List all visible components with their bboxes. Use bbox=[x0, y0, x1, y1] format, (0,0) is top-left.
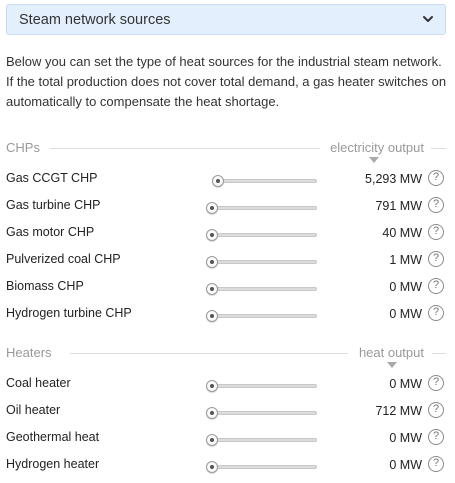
slider-label: Hydrogen heater bbox=[6, 457, 100, 471]
slider-label: Pulverized coal CHP bbox=[6, 252, 121, 266]
slider-value: 0 MW bbox=[389, 431, 422, 445]
chevron-down-icon[interactable] bbox=[421, 12, 435, 26]
section-description: Below you can set the type of heat sourc… bbox=[6, 54, 447, 109]
slider-row: Hydrogen heater 0 MW? bbox=[0, 456, 455, 483]
slider-label: Geothermal heat bbox=[6, 430, 100, 444]
slider-track[interactable] bbox=[212, 411, 317, 415]
slider-value: 712 MW bbox=[375, 404, 422, 418]
slider-value: 0 MW bbox=[389, 458, 422, 472]
slider-label: Coal heater bbox=[6, 376, 71, 390]
slider-value: 0 MW bbox=[389, 377, 422, 391]
slider-handle[interactable] bbox=[206, 407, 218, 419]
steam-network-sources-header[interactable]: Steam network sources bbox=[6, 4, 446, 35]
group-header-heaters: Heaters heat output bbox=[6, 345, 446, 368]
slider-track[interactable] bbox=[212, 260, 317, 264]
help-icon[interactable]: ? bbox=[428, 305, 444, 321]
column-label: electricity output bbox=[330, 140, 424, 155]
help-icon[interactable]: ? bbox=[428, 197, 444, 213]
slider-handle[interactable] bbox=[206, 283, 218, 295]
column-label: heat output bbox=[358, 345, 424, 360]
slider-track[interactable] bbox=[212, 287, 317, 291]
slider-row: Gas turbine CHP 791 MW? bbox=[0, 197, 455, 224]
slider-handle[interactable] bbox=[206, 461, 218, 473]
slider-handle[interactable] bbox=[206, 380, 218, 392]
help-icon[interactable]: ? bbox=[428, 429, 444, 445]
slider-label: Gas CCGT CHP bbox=[6, 171, 98, 185]
help-icon[interactable]: ? bbox=[428, 170, 444, 186]
group-header-chps: CHPs electricity output bbox=[6, 140, 446, 163]
slider-value: 1 MW bbox=[389, 253, 422, 267]
slider-track[interactable] bbox=[212, 206, 317, 210]
slider-handle[interactable] bbox=[206, 256, 218, 268]
slider-handle[interactable] bbox=[206, 229, 218, 241]
help-icon[interactable]: ? bbox=[428, 251, 444, 267]
help-icon[interactable]: ? bbox=[428, 224, 444, 240]
divider bbox=[431, 148, 446, 149]
help-icon[interactable]: ? bbox=[428, 402, 444, 418]
slider-track[interactable] bbox=[212, 438, 317, 442]
slider-handle[interactable] bbox=[206, 434, 218, 446]
slider-track[interactable] bbox=[212, 233, 317, 237]
slider-row: Pulverized coal CHP 1 MW? bbox=[0, 251, 455, 278]
slider-track[interactable] bbox=[212, 465, 317, 469]
slider-row: Oil heater 712 MW? bbox=[0, 402, 455, 429]
slider-handle[interactable] bbox=[211, 175, 224, 187]
slider-track[interactable] bbox=[212, 384, 317, 388]
slider-row: Coal heater 0 MW? bbox=[0, 375, 455, 402]
slider-row: Geothermal heat 0 MW? bbox=[0, 429, 455, 456]
divider bbox=[50, 148, 320, 149]
slider-label: Hydrogen turbine CHP bbox=[6, 306, 132, 320]
slider-value: 40 MW bbox=[382, 226, 422, 240]
help-icon[interactable]: ? bbox=[428, 278, 444, 294]
divider bbox=[432, 353, 446, 354]
help-icon[interactable]: ? bbox=[428, 456, 444, 472]
slider-value: 791 MW bbox=[375, 199, 422, 213]
slider-value: 0 MW bbox=[389, 280, 422, 294]
group-title: CHPs bbox=[6, 140, 40, 155]
help-icon[interactable]: ? bbox=[428, 375, 444, 391]
group-title: Heaters bbox=[6, 345, 52, 360]
slider-label: Gas motor CHP bbox=[6, 225, 95, 239]
slider-row: Gas motor CHP 40 MW? bbox=[0, 224, 455, 251]
sort-arrow-icon[interactable] bbox=[387, 362, 397, 368]
sort-arrow-icon[interactable] bbox=[369, 157, 379, 163]
slider-value: 5,293 MW bbox=[365, 172, 422, 186]
slider-label: Oil heater bbox=[6, 403, 61, 417]
slider-label: Biomass CHP bbox=[6, 279, 84, 293]
slider-track[interactable] bbox=[212, 314, 317, 318]
section-title: Steam network sources bbox=[19, 12, 171, 28]
slider-label: Gas turbine CHP bbox=[6, 198, 101, 212]
slider-row: Hydrogen turbine CHP 0 MW? bbox=[0, 305, 455, 332]
slider-handle[interactable] bbox=[206, 310, 218, 322]
slider-row: Biomass CHP 0 MW? bbox=[0, 278, 455, 305]
slider-row: Gas CCGT CHP 5,293 MW? bbox=[0, 170, 455, 197]
slider-track[interactable] bbox=[212, 179, 317, 183]
slider-value: 0 MW bbox=[389, 307, 422, 321]
slider-handle[interactable] bbox=[206, 202, 218, 214]
divider bbox=[70, 353, 348, 354]
